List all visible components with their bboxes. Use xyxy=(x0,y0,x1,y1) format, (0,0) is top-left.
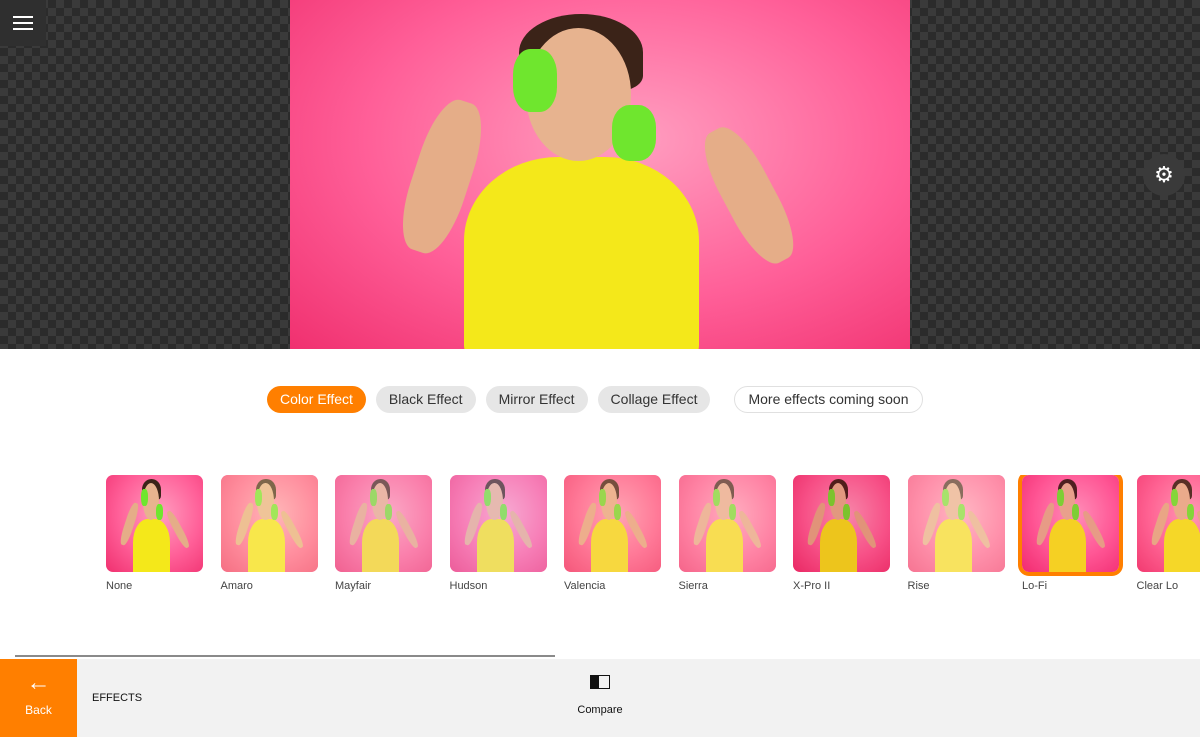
tab-more-effects-coming-soon[interactable]: More effects coming soon xyxy=(734,386,923,413)
filter-lo-fi[interactable]: Lo-Fi xyxy=(1018,475,1123,592)
menu-button[interactable] xyxy=(0,0,46,46)
filter-label: Rise xyxy=(907,580,930,592)
filter-strip: None Amaro Mayfair Hudson Valencia Sierra X-Pr… xyxy=(106,475,1200,605)
filter-thumbnail xyxy=(564,475,661,572)
back-label: Back xyxy=(25,703,52,717)
filter-thumbnail xyxy=(1018,475,1123,576)
main-photo xyxy=(290,0,910,349)
filter-thumbnail xyxy=(1136,475,1200,572)
filter-x-pro-ii[interactable]: X-Pro II xyxy=(793,475,890,592)
filter-thumbnail xyxy=(449,475,547,572)
arrow-left-icon: ← xyxy=(26,669,51,696)
filter-label: Sierra xyxy=(678,580,708,592)
filter-label: Lo-Fi xyxy=(1022,580,1048,592)
filter-none[interactable]: None xyxy=(106,475,203,592)
filter-thumbnail xyxy=(106,475,203,572)
filter-thumbnail xyxy=(678,475,776,572)
filter-thumbnail xyxy=(793,475,890,572)
filter-thumbnail xyxy=(335,475,432,572)
filter-thumbnail xyxy=(220,475,318,572)
filter-thumbnail xyxy=(907,475,1005,572)
filter-sierra[interactable]: Sierra xyxy=(678,475,776,592)
filter-mayfair[interactable]: Mayfair xyxy=(335,475,432,592)
compare-icon xyxy=(590,675,610,689)
gear-icon: ⚙ xyxy=(1154,162,1174,187)
filter-amaro[interactable]: Amaro xyxy=(220,475,318,592)
filter-label: None xyxy=(106,580,133,592)
back-button[interactable]: ← Back xyxy=(0,659,77,737)
bottom-bar: ← Back EFFECTS Compare xyxy=(0,659,1200,737)
tab-mirror-effect[interactable]: Mirror Effect xyxy=(485,386,588,413)
filter-clear-lo[interactable]: Clear Lo xyxy=(1136,475,1200,592)
horizontal-scrollbar[interactable] xyxy=(15,655,555,657)
filter-label: Clear Lo xyxy=(1136,580,1179,592)
tab-color-effect[interactable]: Color Effect xyxy=(267,386,366,413)
compare-button[interactable]: Compare xyxy=(570,675,630,716)
compare-label: Compare xyxy=(577,704,623,716)
filter-label: Hudson xyxy=(449,580,488,592)
filter-label: Amaro xyxy=(220,580,253,592)
filter-rise[interactable]: Rise xyxy=(907,475,1005,592)
filter-label: Mayfair xyxy=(335,580,372,592)
filter-label: X-Pro II xyxy=(793,580,831,592)
filter-hudson[interactable]: Hudson xyxy=(449,475,547,592)
settings-button[interactable]: ⚙ xyxy=(1143,154,1185,196)
hamburger-icon xyxy=(13,16,33,30)
effect-tabs: Color Effect Black Effect Mirror Effect Col… xyxy=(267,386,923,413)
tab-black-effect[interactable]: Black Effect xyxy=(375,386,476,413)
filter-valencia[interactable]: Valencia xyxy=(564,475,661,592)
section-label: EFFECTS xyxy=(92,692,143,704)
filter-label: Valencia xyxy=(564,580,606,592)
tab-collage-effect[interactable]: Collage Effect xyxy=(597,386,711,413)
